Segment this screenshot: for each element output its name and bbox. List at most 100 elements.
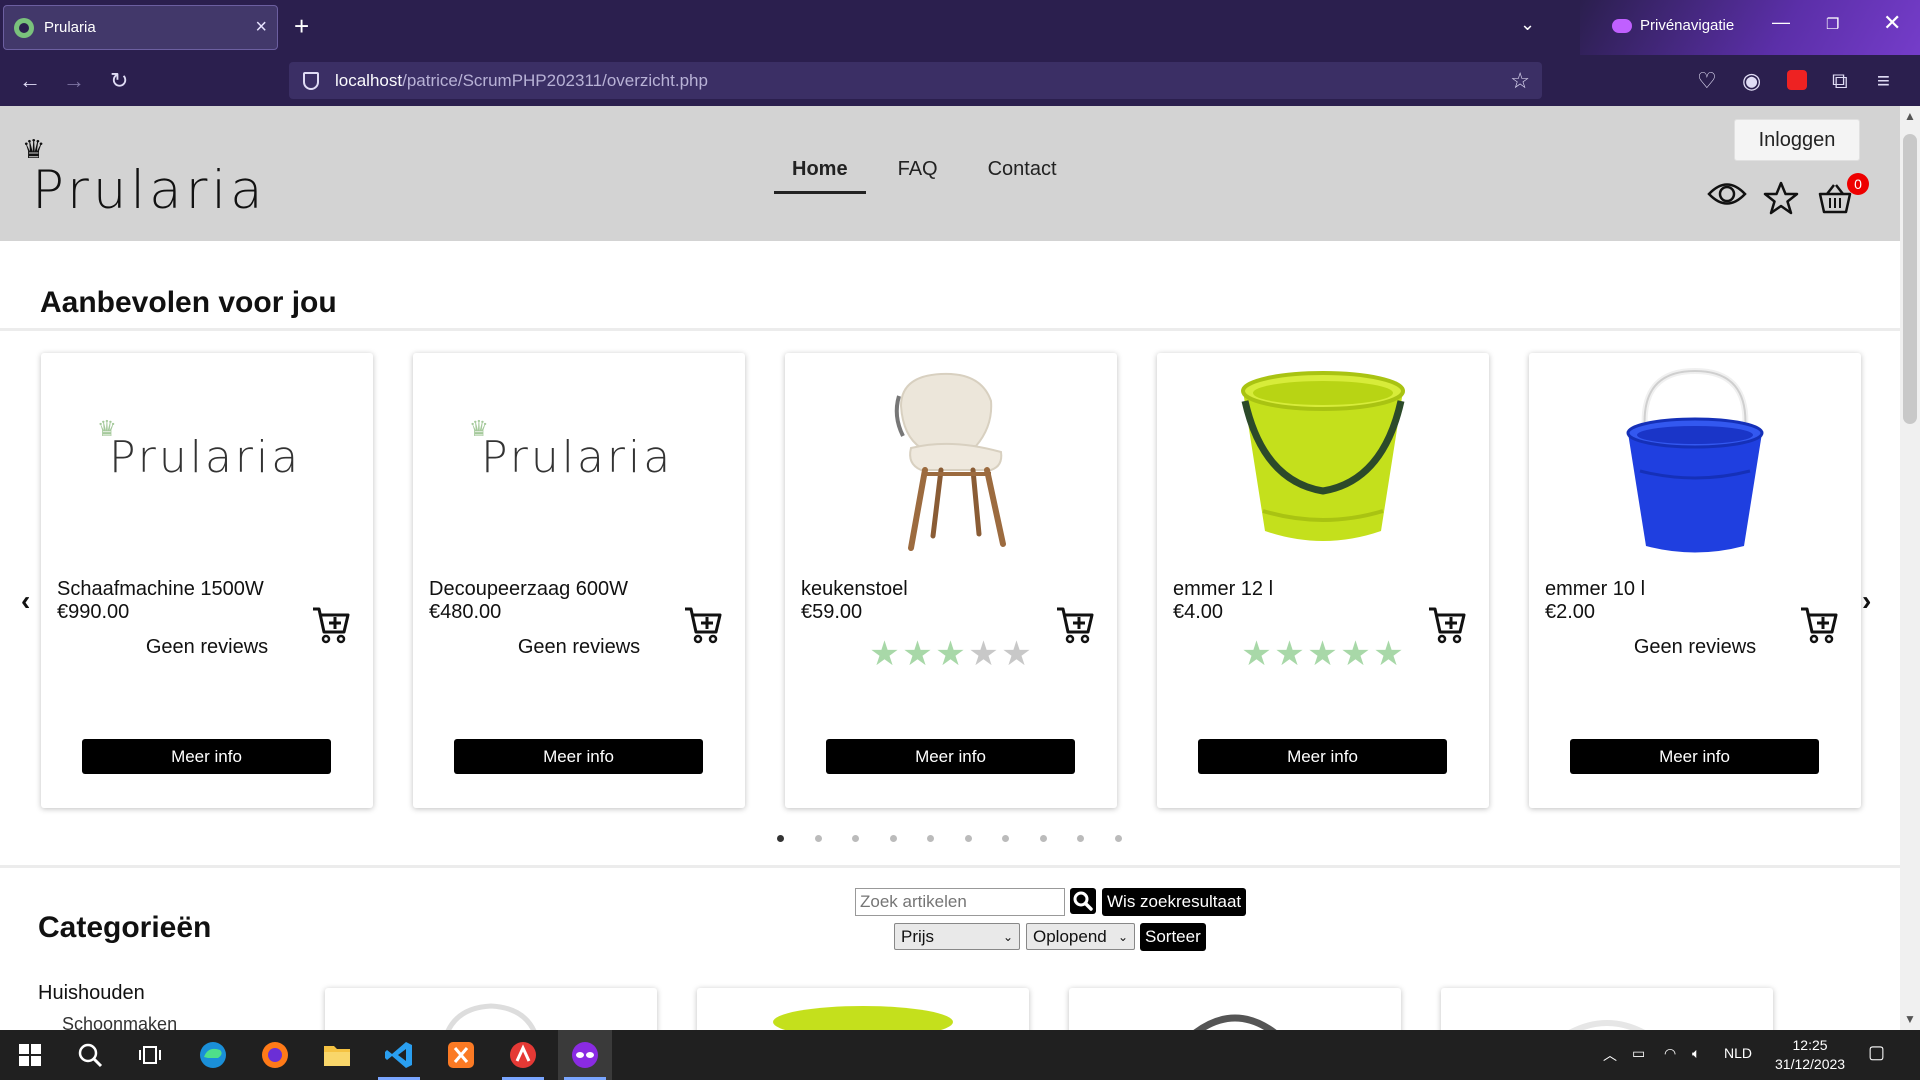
input-language[interactable]: NLD xyxy=(1724,1045,1752,1061)
product-card[interactable] xyxy=(325,988,657,1030)
product-card[interactable]: ♛ Prularia Schaafmachine 1500W €990.00 G… xyxy=(41,353,373,808)
browser-tab[interactable]: Prularia × xyxy=(3,5,278,50)
rating-star-icon: ★ xyxy=(935,635,966,673)
app-menu-icon[interactable]: ≡ xyxy=(1877,68,1890,94)
carousel-dot[interactable] xyxy=(927,835,934,842)
tray-chevron-up-icon[interactable]: ︿ xyxy=(1603,1045,1617,1065)
nav-home[interactable]: Home xyxy=(774,158,866,194)
product-card[interactable]: emmer 10 l €2.00 Geen reviews Meer info xyxy=(1529,353,1861,808)
taskbar-search-icon[interactable] xyxy=(63,1030,117,1080)
carousel-dot[interactable] xyxy=(814,835,822,842)
subcategory-item[interactable]: Schoonmaken xyxy=(62,1014,177,1030)
product-card[interactable]: keukenstoel €59.00 ★ ★ ★ ★ ★ Meer info xyxy=(785,353,1117,808)
product-card[interactable] xyxy=(1441,988,1773,1030)
vscode-icon[interactable] xyxy=(372,1030,426,1080)
notifications-icon[interactable]: ▢ xyxy=(1868,1042,1885,1063)
window-close-icon[interactable]: ✕ xyxy=(1883,10,1901,36)
volume-icon[interactable]: 🔈︎ xyxy=(1692,1045,1700,1062)
more-info-button[interactable]: Meer info xyxy=(82,739,331,774)
windows-start-icon[interactable] xyxy=(3,1030,57,1080)
scroll-down-icon[interactable]: ▼ xyxy=(1904,1012,1916,1026)
page-scrollbar[interactable]: ▲ ▼ xyxy=(1900,106,1920,1030)
product-price: €480.00 xyxy=(429,601,502,623)
product-name: Decoupeerzaag 600W xyxy=(429,578,629,600)
nav-faq[interactable]: FAQ xyxy=(880,158,956,194)
cart-count-badge: 0 xyxy=(1847,173,1869,195)
product-image xyxy=(1193,1014,1277,1030)
url-bar[interactable]: localhost/patrice/ScrumPHP202311/overzic… xyxy=(289,62,1542,185)
scrollbar-thumb[interactable] xyxy=(1903,134,1917,424)
extension-lock-icon[interactable] xyxy=(1787,70,1807,90)
carousel-dot[interactable] xyxy=(777,835,784,842)
rating-star-icon: ★ xyxy=(1340,635,1371,673)
minimize-icon[interactable]: — xyxy=(1772,12,1790,33)
carousel-dot[interactable] xyxy=(1114,835,1122,842)
account-icon[interactable]: ◉ xyxy=(1742,68,1761,94)
sort-button[interactable]: Sorteer xyxy=(1140,923,1206,951)
product-price: €990.00 xyxy=(57,601,130,623)
star-rating: ★ ★ ★ ★ ★ xyxy=(868,637,1033,671)
rating-star-icon: ★ xyxy=(1274,635,1305,673)
category-item[interactable]: Huishouden xyxy=(38,982,145,1005)
product-price: €59.00 xyxy=(801,601,863,623)
product-card[interactable]: ♛ Prularia Decoupeerzaag 600W €480.00 Ge… xyxy=(413,353,745,808)
system-clock[interactable]: 12:25 31/12/2023 xyxy=(1775,1036,1845,1074)
forward-icon[interactable]: → xyxy=(63,68,85,94)
product-name: Schaafmachine 1500W xyxy=(57,578,264,600)
product-card[interactable] xyxy=(697,988,1029,1030)
chevron-down-icon: ⌄ xyxy=(1117,929,1128,944)
xampp-icon[interactable] xyxy=(434,1030,488,1080)
task-view-icon[interactable] xyxy=(123,1030,177,1080)
pocket-icon[interactable]: ♡ xyxy=(1697,68,1717,94)
search-icon xyxy=(1073,891,1093,911)
carousel-dot[interactable] xyxy=(852,835,859,842)
sort-order-select[interactable]: Oplopend ⌄ xyxy=(1026,923,1135,950)
new-tab-icon[interactable]: + xyxy=(294,11,309,42)
sort-field-select[interactable]: Prijs ⌄ xyxy=(894,923,1020,950)
search-input[interactable] xyxy=(855,888,1065,916)
scroll-up-icon[interactable]: ▲ xyxy=(1904,109,1916,123)
back-icon[interactable]: ← xyxy=(19,68,41,94)
edge-icon[interactable] xyxy=(186,1030,240,1080)
firefox-icon[interactable] xyxy=(248,1030,302,1080)
carousel-dot[interactable] xyxy=(1077,835,1084,842)
carousel-prev-arrow[interactable]: ‹ xyxy=(21,585,30,617)
more-info-button[interactable]: Meer info xyxy=(1198,739,1447,774)
nav-contact[interactable]: Contact xyxy=(970,158,1075,194)
product-card[interactable]: emmer 12 l €4.00 ★ ★ ★ ★ ★ Meer info xyxy=(1157,353,1489,808)
carousel-next-arrow[interactable]: › xyxy=(1862,585,1871,617)
search-button[interactable] xyxy=(1070,888,1096,914)
more-info-button[interactable]: Meer info xyxy=(1570,739,1819,774)
bookmark-star-icon[interactable]: ☆ xyxy=(1510,68,1530,94)
favorites-star-icon[interactable] xyxy=(1763,181,1799,215)
product-card[interactable] xyxy=(1069,988,1401,1030)
clear-search-button[interactable]: Wis zoekresultaat xyxy=(1102,888,1247,916)
carousel-dot[interactable] xyxy=(1002,835,1009,842)
file-explorer-icon[interactable] xyxy=(310,1030,364,1080)
extensions-icon[interactable]: ⧉ xyxy=(1832,68,1848,94)
more-info-button[interactable]: Meer info xyxy=(454,739,703,774)
battery-icon[interactable]: ▭ xyxy=(1632,1045,1645,1062)
app-circle-icon[interactable] xyxy=(496,1030,550,1080)
more-info-button[interactable]: Meer info xyxy=(826,739,1075,774)
carousel-dot[interactable] xyxy=(1039,835,1047,842)
login-button[interactable]: Inloggen xyxy=(1734,119,1860,161)
logo-text: Prularia xyxy=(32,160,267,221)
product-name: emmer 12 l xyxy=(1173,578,1274,600)
carousel-dot[interactable] xyxy=(889,835,897,842)
product-price: €2.00 xyxy=(1545,601,1596,623)
site-favicon-icon xyxy=(14,17,34,38)
close-tab-icon[interactable]: × xyxy=(255,16,267,39)
browser-nav-bar: ← → ↻ localhost/patrice/ScrumPHP202311/o… xyxy=(0,55,1920,185)
restore-icon[interactable]: ❐ xyxy=(1826,15,1839,33)
carousel-dot[interactable] xyxy=(964,835,972,842)
eye-icon[interactable] xyxy=(1707,179,1747,209)
tracking-shield-icon[interactable] xyxy=(303,71,319,90)
add-to-cart-icon[interactable] xyxy=(1055,605,1095,645)
wifi-icon[interactable]: ◠ xyxy=(1664,1045,1676,1062)
list-tabs-icon[interactable]: ⌄ xyxy=(1520,14,1535,35)
reload-icon[interactable]: ↻ xyxy=(110,68,128,94)
firefox-private-icon[interactable] xyxy=(558,1030,612,1080)
add-to-cart-icon[interactable] xyxy=(1427,605,1467,645)
chair-image xyxy=(894,372,1006,551)
